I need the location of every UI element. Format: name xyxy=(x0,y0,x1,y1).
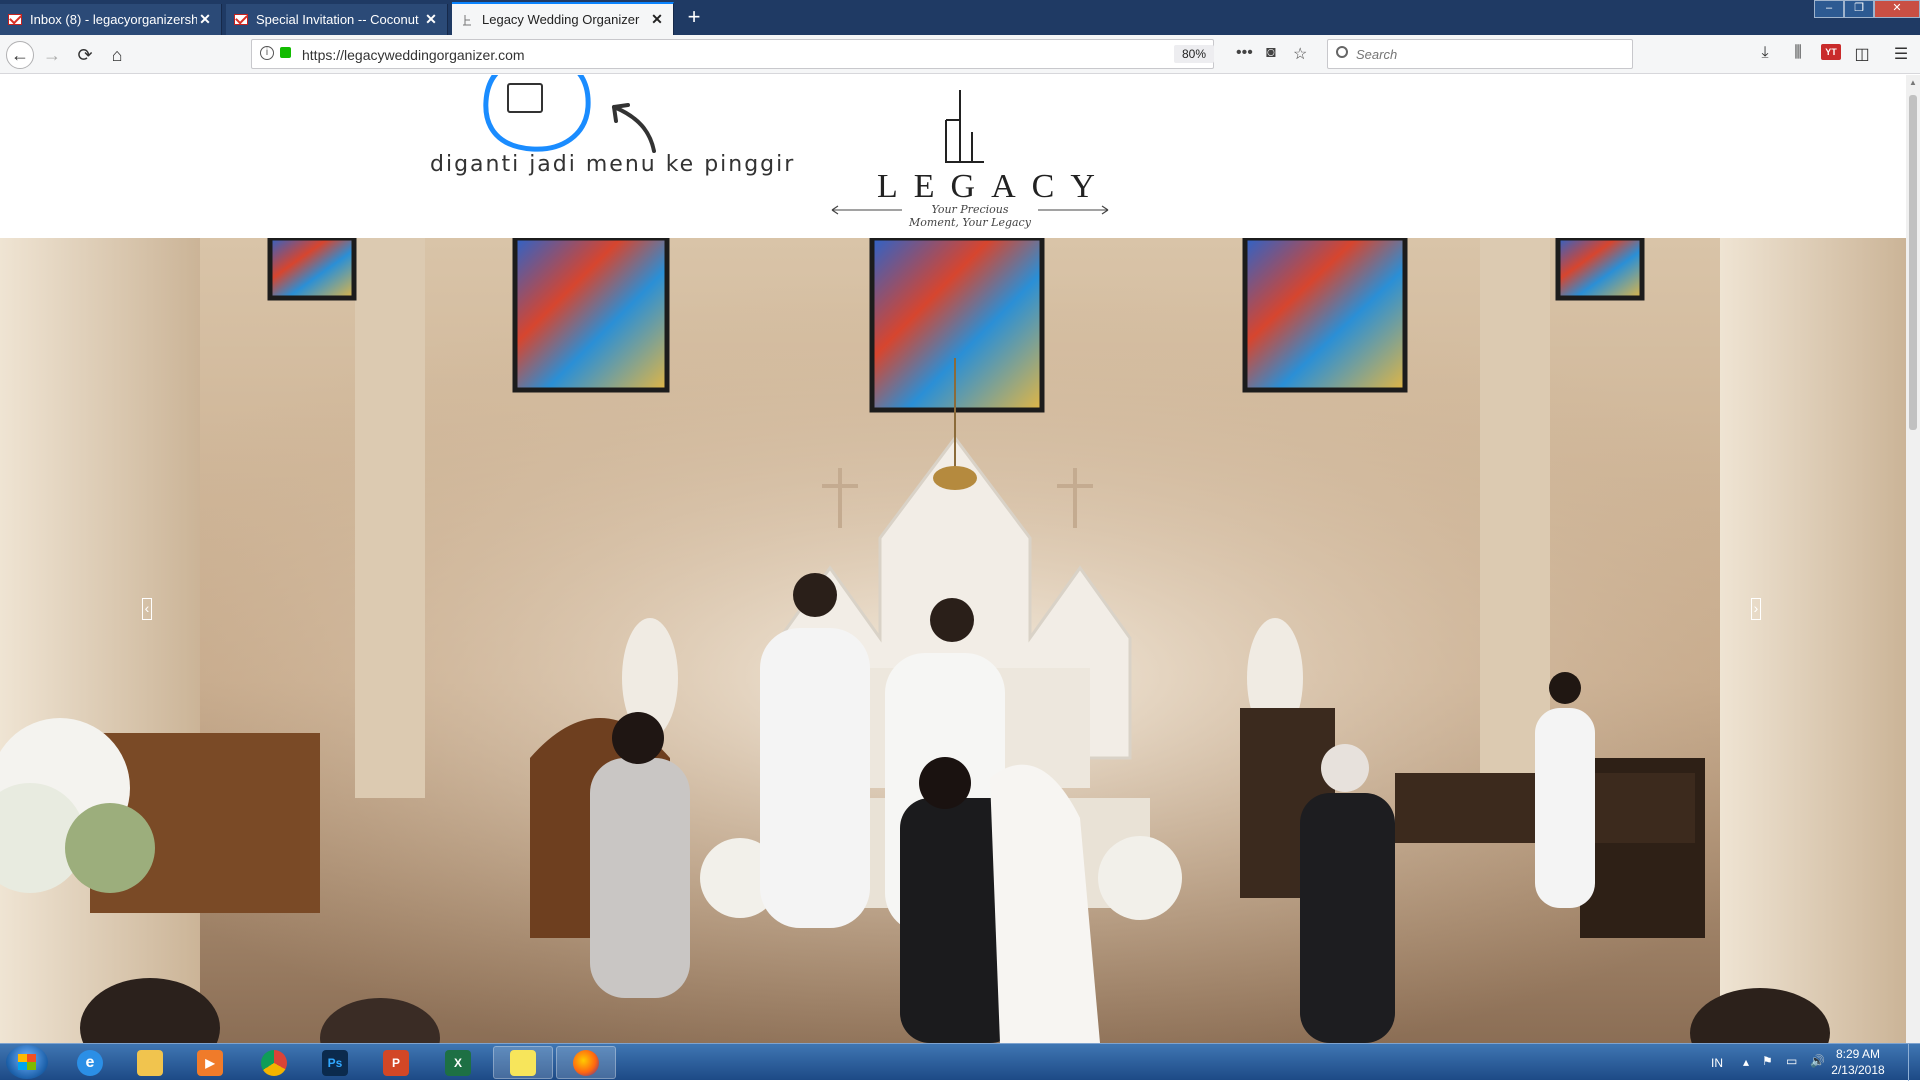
tab-title: Special Invitation -- Coconut In xyxy=(256,12,423,27)
url-bar[interactable]: i https://legacyweddingorganizer.com 80% xyxy=(251,39,1214,69)
logo-tagline: Your Precious Moment, Your Legacy xyxy=(909,203,1031,229)
logo-mark-icon xyxy=(945,90,984,163)
youtube-extension-icon[interactable]: YT xyxy=(1821,44,1841,60)
powerpoint-icon[interactable]: P xyxy=(368,1046,424,1079)
firefox-icon[interactable] xyxy=(556,1046,616,1079)
pocket-icon[interactable]: ◙ xyxy=(1266,44,1276,62)
search-icon xyxy=(1336,46,1348,58)
photoshop-icon[interactable]: Ps xyxy=(307,1046,363,1079)
gmail-icon xyxy=(8,14,22,25)
hamburger-menu-icon[interactable]: ☰ xyxy=(1891,44,1911,64)
tab-bar: Inbox (8) - legacyorganizershan ✕ Specia… xyxy=(0,0,1920,35)
internet-explorer-icon[interactable]: e xyxy=(62,1046,118,1079)
action-center-flag-icon[interactable]: ⚑ xyxy=(1762,1054,1773,1068)
tab-close-icon[interactable]: ✕ xyxy=(423,11,439,28)
excel-icon[interactable]: X xyxy=(430,1046,486,1079)
site-info-icon[interactable]: i xyxy=(260,46,274,60)
hero-image xyxy=(0,238,1906,1043)
zoom-level[interactable]: 80% xyxy=(1174,45,1214,63)
web-page: diganti jadi menu ke pinggir LEGACY Your… xyxy=(0,75,1906,1043)
sticky-notes-icon[interactable] xyxy=(493,1046,553,1079)
close-icon[interactable]: ✕ xyxy=(1874,0,1920,18)
tab-title: Inbox (8) - legacyorganizershan xyxy=(30,12,197,27)
show-desktop-button[interactable] xyxy=(1908,1044,1920,1081)
page-scrollbar[interactable]: ▲ xyxy=(1906,75,1920,1043)
tab-close-icon[interactable]: ✕ xyxy=(197,11,213,28)
back-arrow-icon[interactable]: ← xyxy=(6,41,34,69)
annotation-circle xyxy=(483,75,591,152)
scroll-up-arrow-icon[interactable]: ▲ xyxy=(1908,78,1918,88)
tab-close-icon[interactable]: ✕ xyxy=(649,11,665,28)
minimize-icon[interactable]: – xyxy=(1814,0,1844,18)
chrome-icon[interactable] xyxy=(246,1046,302,1079)
bookmark-star-icon[interactable]: ☆ xyxy=(1293,44,1307,64)
page-actions-icon[interactable]: ••• xyxy=(1236,44,1253,62)
clock-date: 2/13/2018 xyxy=(1831,1063,1885,1077)
logo-wordmark: LEGACY xyxy=(877,168,1111,205)
file-explorer-icon[interactable] xyxy=(122,1046,178,1079)
network-icon[interactable]: ▭ xyxy=(1786,1054,1797,1068)
navigation-toolbar: ← → ⟳ ⌂ i https://legacyweddingorganizer… xyxy=(0,35,1920,74)
legacy-favicon-icon xyxy=(460,14,474,25)
hero-carousel[interactable]: ‹ › xyxy=(0,238,1906,1043)
tab-legacy-wedding-organizer[interactable]: Legacy Wedding Organizer ✕ xyxy=(452,2,674,35)
forward-arrow-icon[interactable]: → xyxy=(38,41,66,69)
library-icon[interactable]: ⫼ xyxy=(1788,44,1808,62)
scrollbar-thumb[interactable] xyxy=(1909,95,1917,430)
media-player-icon[interactable]: ▶ xyxy=(182,1046,238,1079)
reload-icon[interactable]: ⟳ xyxy=(71,41,99,69)
tab-title: Legacy Wedding Organizer xyxy=(482,12,640,27)
annotation-text: diganti jadi menu ke pinggir xyxy=(430,152,796,177)
padlock-icon[interactable] xyxy=(280,47,291,58)
gmail-icon xyxy=(234,14,248,25)
url-text[interactable]: https://legacyweddingorganizer.com xyxy=(302,47,525,63)
language-indicator[interactable]: IN xyxy=(1711,1056,1723,1070)
carousel-prev-button[interactable]: ‹ xyxy=(142,598,152,620)
tab-gmail-inbox[interactable]: Inbox (8) - legacyorganizershan ✕ xyxy=(0,4,222,35)
download-icon[interactable]: ⤓ xyxy=(1755,44,1775,62)
annotation-arrow-icon xyxy=(612,103,656,153)
site-logo[interactable]: LEGACY Your Precious Moment, Your Legacy xyxy=(830,90,1110,230)
clock-time: 8:29 AM xyxy=(1835,1047,1881,1061)
system-clock[interactable]: 8:29 AM 2/13/2018 xyxy=(1818,1046,1898,1078)
new-tab-button[interactable]: + xyxy=(680,4,708,32)
search-input[interactable] xyxy=(1356,45,1616,63)
show-hidden-icons-icon[interactable]: ▴ xyxy=(1743,1055,1749,1069)
windows-start-icon[interactable] xyxy=(6,1045,48,1079)
carousel-next-button[interactable]: › xyxy=(1751,598,1761,620)
home-icon[interactable]: ⌂ xyxy=(103,41,131,69)
maximize-icon[interactable]: ❐ xyxy=(1844,0,1874,18)
sidebar-icon[interactable]: ◫ xyxy=(1852,44,1872,64)
windows-taskbar: e ▶ Ps P X IN ▴ ⚑ ▭ 🔊 8:29 AM 2/13/2018 xyxy=(0,1043,1920,1081)
search-box[interactable] xyxy=(1327,39,1633,69)
tab-special-invitation[interactable]: Special Invitation -- Coconut In ✕ xyxy=(226,4,448,35)
